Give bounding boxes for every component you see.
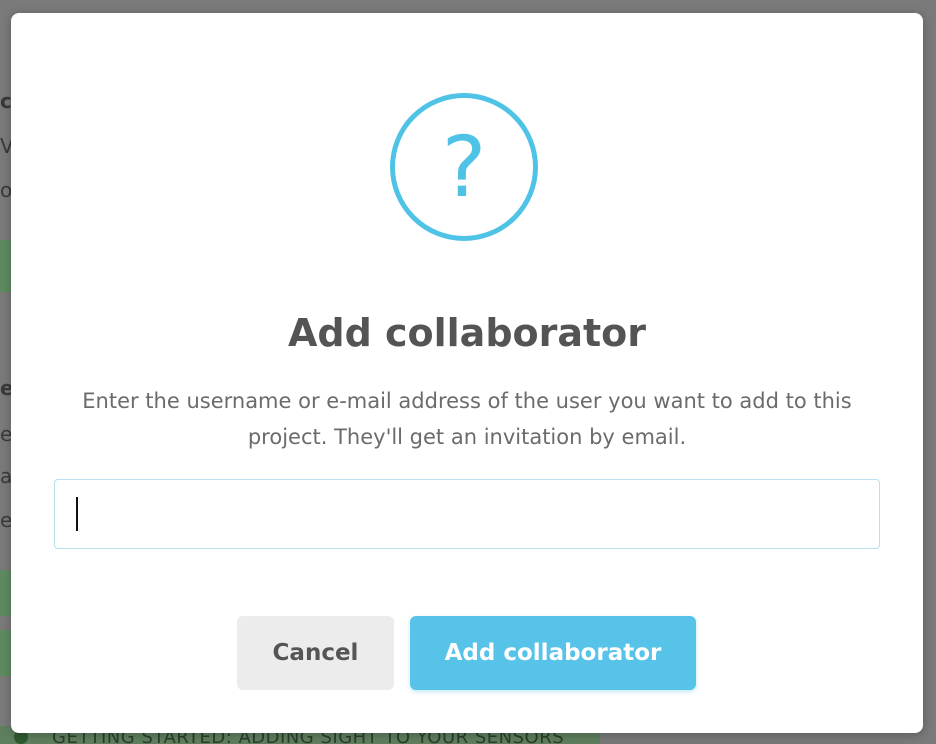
- dialog-description: Enter the username or e-mail address of …: [82, 389, 852, 449]
- add-collaborator-dialog: ? Add collaborator Enter the username or…: [11, 13, 923, 733]
- add-collaborator-button[interactable]: Add collaborator: [410, 616, 696, 690]
- question-mark-circle-icon: ?: [390, 93, 538, 241]
- question-mark-glyph: ?: [441, 118, 487, 216]
- collaborator-username-email-input[interactable]: [54, 479, 880, 549]
- dialog-title: Add collaborator: [287, 311, 647, 355]
- text-caret: [76, 497, 78, 531]
- cancel-button[interactable]: Cancel: [237, 616, 394, 690]
